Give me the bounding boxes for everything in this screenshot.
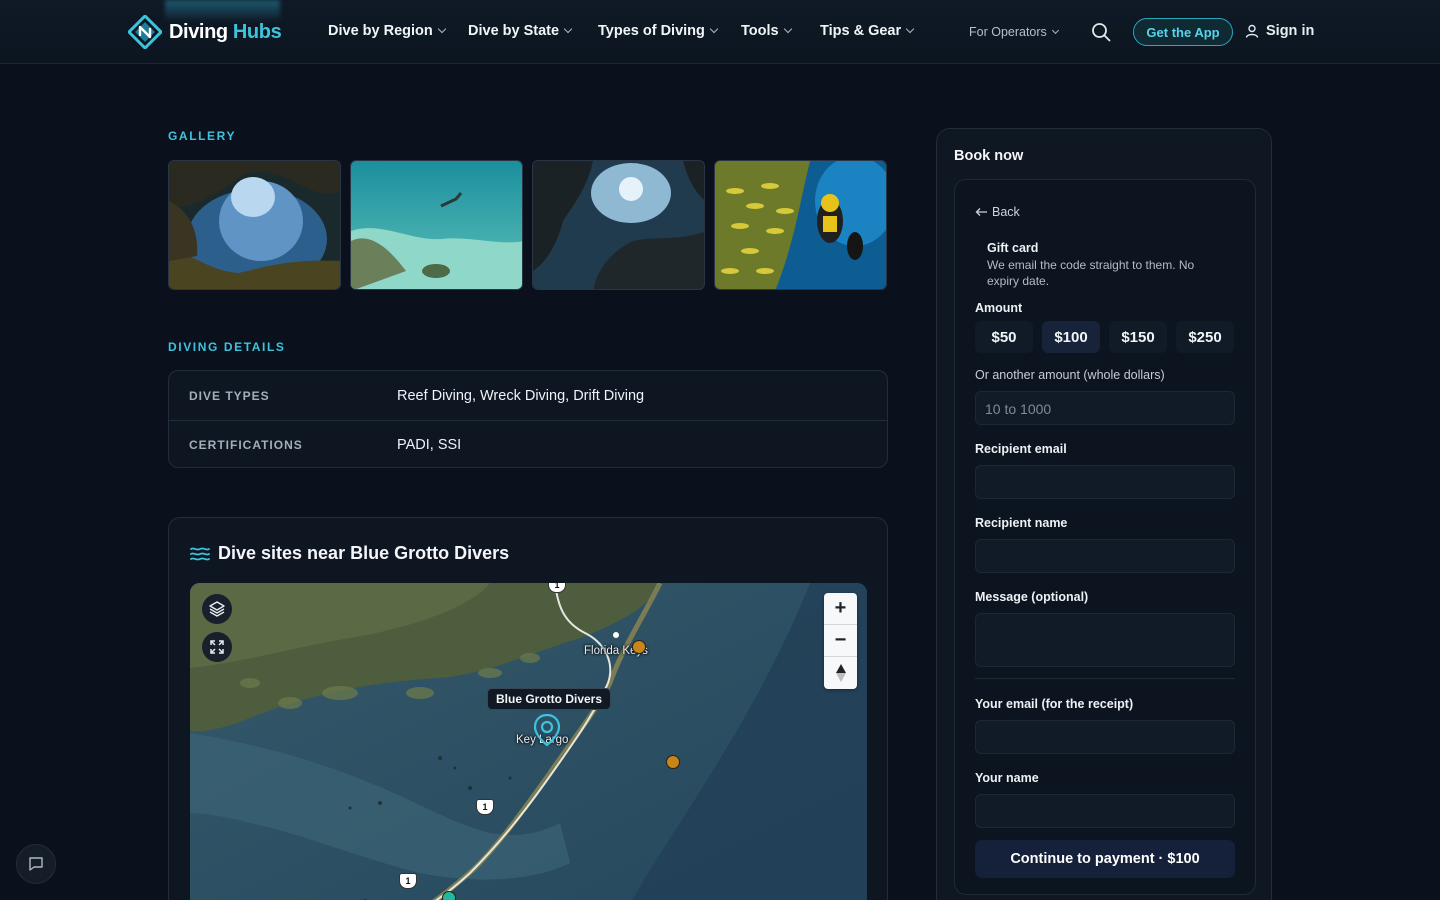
search-icon[interactable] xyxy=(1091,22,1111,42)
dive-site-marker[interactable] xyxy=(666,755,680,769)
back-button[interactable]: Back xyxy=(975,205,1020,219)
nav-tools[interactable]: Tools xyxy=(741,23,792,39)
amount-option-250[interactable]: $250 xyxy=(1176,321,1234,353)
chevron-down-icon xyxy=(1051,26,1059,34)
your-email-label: Your email (for the receipt) xyxy=(975,697,1134,711)
compass-icon xyxy=(835,664,846,682)
chevron-down-icon xyxy=(437,24,446,34)
booking-panel: Book now Back Gift card We email the cod… xyxy=(936,128,1272,900)
dive-types-key: DIVE TYPES xyxy=(189,388,270,403)
nav-for-operators[interactable]: For Operators xyxy=(969,25,1059,39)
chat-icon xyxy=(29,857,43,871)
nav-tips-gear[interactable]: Tips & Gear xyxy=(820,23,915,39)
gallery-image-2[interactable] xyxy=(350,160,523,290)
chevron-down-icon xyxy=(709,24,719,34)
message-label: Message (optional) xyxy=(975,590,1089,604)
location-pin-icon[interactable] xyxy=(534,714,560,746)
route-marker: 1 xyxy=(476,799,494,815)
fullscreen-button[interactable] xyxy=(202,632,232,662)
get-the-app-button[interactable]: Get the App xyxy=(1133,18,1233,46)
gift-card-description: We email the code straight to them. No e… xyxy=(987,258,1195,288)
your-name-input[interactable] xyxy=(975,794,1235,828)
expand-icon xyxy=(210,640,224,654)
layers-button[interactable] xyxy=(202,594,232,624)
map-marker-tooltip: Blue Grotto Divers xyxy=(487,688,612,710)
recipient-name-label: Recipient name xyxy=(975,516,1068,530)
amount-label: Amount xyxy=(975,301,1023,315)
gallery-image-3[interactable] xyxy=(532,160,705,290)
gallery-image-1[interactable] xyxy=(168,160,341,290)
amount-option-150[interactable]: $150 xyxy=(1109,321,1167,353)
recipient-email-input[interactable] xyxy=(975,465,1235,499)
message-textarea[interactable] xyxy=(975,613,1235,667)
chevron-down-icon xyxy=(783,24,792,34)
continue-to-payment-button[interactable]: Continue to payment · $100 xyxy=(975,840,1235,878)
gallery-heading: GALLERY xyxy=(168,129,237,143)
chevron-down-icon xyxy=(563,24,573,34)
compass-button[interactable] xyxy=(824,657,857,689)
nav-dive-by-region[interactable]: Dive by Region xyxy=(328,23,446,39)
map-view[interactable]: + − 1 1 1 Florida Keys Key Largo Blue Gr… xyxy=(190,583,867,900)
layers-icon xyxy=(209,601,225,617)
gallery-image-4[interactable] xyxy=(714,160,887,290)
logo[interactable]: Diving Hubs xyxy=(128,15,282,49)
zoom-controls: + − xyxy=(824,593,857,689)
chat-button[interactable] xyxy=(16,844,56,884)
table-row: DIVE TYPES Reef Diving, Wreck Diving, Dr… xyxy=(169,371,887,420)
booking-title: Book now xyxy=(954,148,1024,164)
chevron-down-icon xyxy=(905,24,915,34)
dive-sites-map-card: Dive sites near Blue Grotto Divers + − 1… xyxy=(168,517,888,900)
dive-types-value: Reef Diving, Wreck Diving, Drift Diving xyxy=(397,387,645,404)
recipient-name-input[interactable] xyxy=(975,539,1235,573)
zoom-in-button[interactable]: + xyxy=(824,593,857,625)
user-icon xyxy=(1245,24,1259,38)
form-divider xyxy=(975,678,1235,679)
route-marker: 1 xyxy=(399,873,417,889)
your-email-input[interactable] xyxy=(975,720,1235,754)
arrow-left-icon xyxy=(975,208,987,216)
waves-icon xyxy=(190,547,210,560)
other-amount-input[interactable]: 10 to 1000 xyxy=(975,391,1235,425)
dive-site-marker[interactable] xyxy=(632,640,646,654)
map-title: Dive sites near Blue Grotto Divers xyxy=(190,543,509,564)
recipient-email-label: Recipient email xyxy=(975,442,1067,456)
nav-dive-by-state[interactable]: Dive by State xyxy=(468,23,573,39)
diving-details-table: DIVE TYPES Reef Diving, Wreck Diving, Dr… xyxy=(168,370,888,468)
amount-option-100[interactable]: $100 xyxy=(1042,321,1100,353)
table-row: CERTIFICATIONS PADI, SSI xyxy=(169,420,887,469)
logo-text: Diving Hubs xyxy=(169,20,282,43)
zoom-out-button[interactable]: − xyxy=(824,625,857,657)
dive-site-marker[interactable] xyxy=(442,891,456,900)
sign-in-link[interactable]: Sign in xyxy=(1245,23,1314,39)
your-name-label: Your name xyxy=(975,771,1039,785)
certifications-key: CERTIFICATIONS xyxy=(189,438,303,452)
gift-card-title: Gift card xyxy=(987,241,1039,255)
nav-types-of-diving[interactable]: Types of Diving xyxy=(598,23,719,39)
other-amount-label: Or another amount (whole dollars) xyxy=(975,368,1165,382)
diving-details-heading: DIVING DETAILS xyxy=(168,340,286,354)
logo-icon xyxy=(128,15,162,49)
gift-card-form: Back Gift card We email the code straigh… xyxy=(954,179,1256,895)
other-amount-placeholder: 10 to 1000 xyxy=(985,401,1052,417)
amount-option-50[interactable]: $50 xyxy=(975,321,1033,353)
certifications-value: PADI, SSI xyxy=(397,437,462,453)
top-navbar: Diving Hubs Dive by Region Dive by State… xyxy=(0,0,1440,64)
